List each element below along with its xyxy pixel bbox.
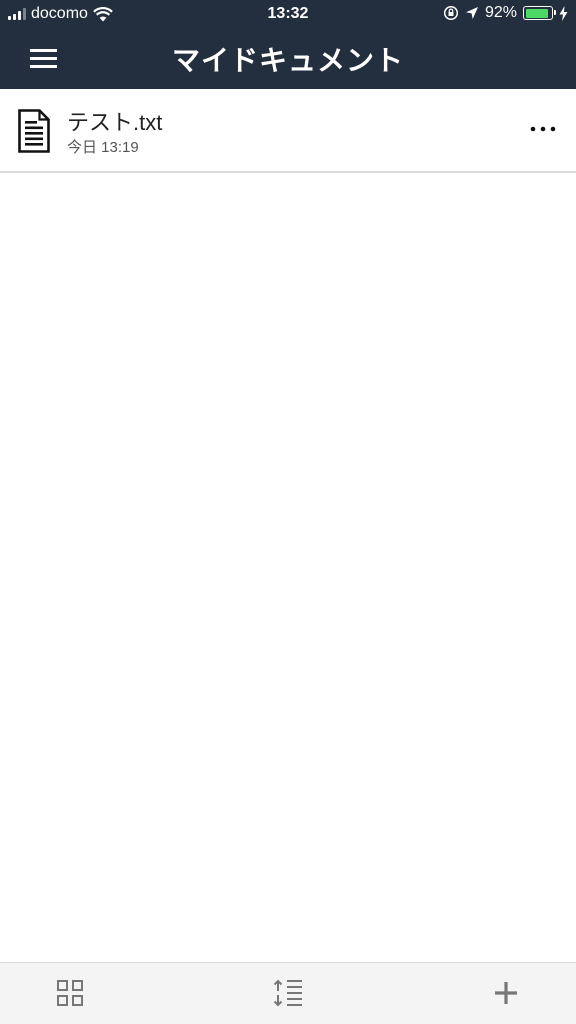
charging-icon	[559, 5, 568, 21]
battery-fill	[525, 8, 548, 18]
document-name: テスト.txt	[67, 110, 163, 135]
orientation-lock-icon	[443, 5, 459, 21]
text-document-icon	[18, 109, 50, 153]
navigation-bar: マイドキュメント	[0, 30, 576, 89]
location-icon	[465, 7, 478, 19]
more-options-icon[interactable]	[528, 119, 558, 139]
status-bar: docomo 13:32 92%	[0, 0, 576, 30]
app-screen: docomo 13:32 92% マイドキュメント テスト.txt 今日 13:…	[0, 0, 576, 1024]
status-right: 92%	[443, 4, 568, 22]
page-title: マイドキュメント	[171, 45, 404, 76]
add-icon[interactable]	[490, 977, 522, 1009]
grid-view-icon[interactable]	[54, 977, 86, 1009]
battery-icon	[523, 6, 556, 20]
bottom-toolbar	[0, 962, 576, 1024]
document-row[interactable]: テスト.txt 今日 13:19	[0, 89, 576, 173]
document-date: 今日 13:19	[67, 139, 139, 156]
top-bar: docomo 13:32 92% マイドキュメント	[0, 0, 576, 89]
battery-percent: 92%	[484, 4, 517, 21]
sort-icon[interactable]	[272, 977, 304, 1009]
